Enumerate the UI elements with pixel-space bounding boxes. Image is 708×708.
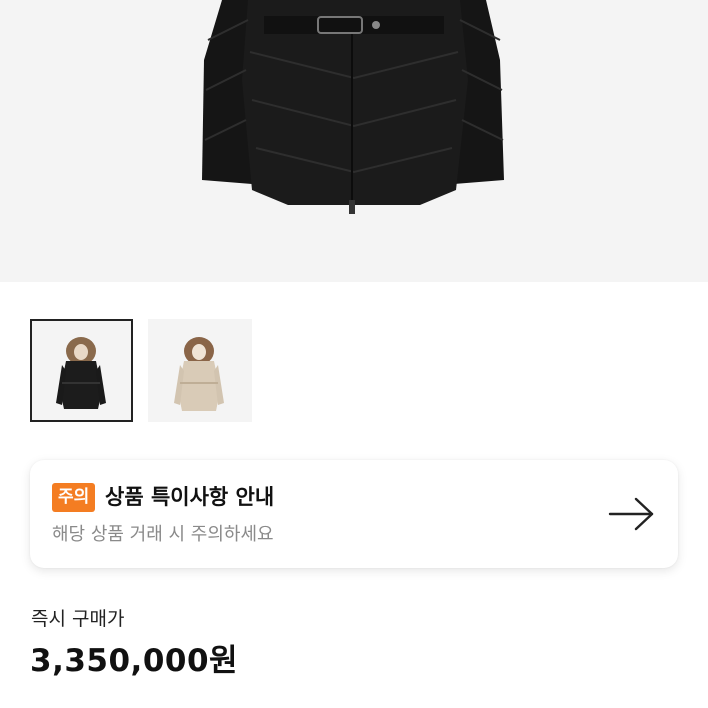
arrow-right-icon[interactable]	[606, 496, 658, 532]
instant-buy-price: 3,350,000원	[30, 643, 239, 679]
warning-badge: 주의	[52, 483, 96, 512]
beige-jacket-thumbnail-image	[174, 337, 224, 411]
black-down-jacket-illustration	[202, 0, 504, 214]
notice-title: 상품 특이사항 안내	[105, 485, 275, 509]
thumbnail-beige-jacket[interactable]	[148, 319, 252, 422]
product-notice-card[interactable]: 주의 상품 특이사항 안내 해당 상품 거래 시 주의하세요	[30, 460, 678, 568]
notice-subtitle: 해당 상품 거래 시 주의하세요	[52, 524, 274, 545]
thumbnail-black-jacket[interactable]	[30, 319, 133, 422]
black-jacket-thumbnail-image	[56, 337, 106, 409]
instant-buy-price-label: 즉시 구매가	[31, 608, 125, 630]
product-main-image[interactable]	[0, 0, 708, 282]
